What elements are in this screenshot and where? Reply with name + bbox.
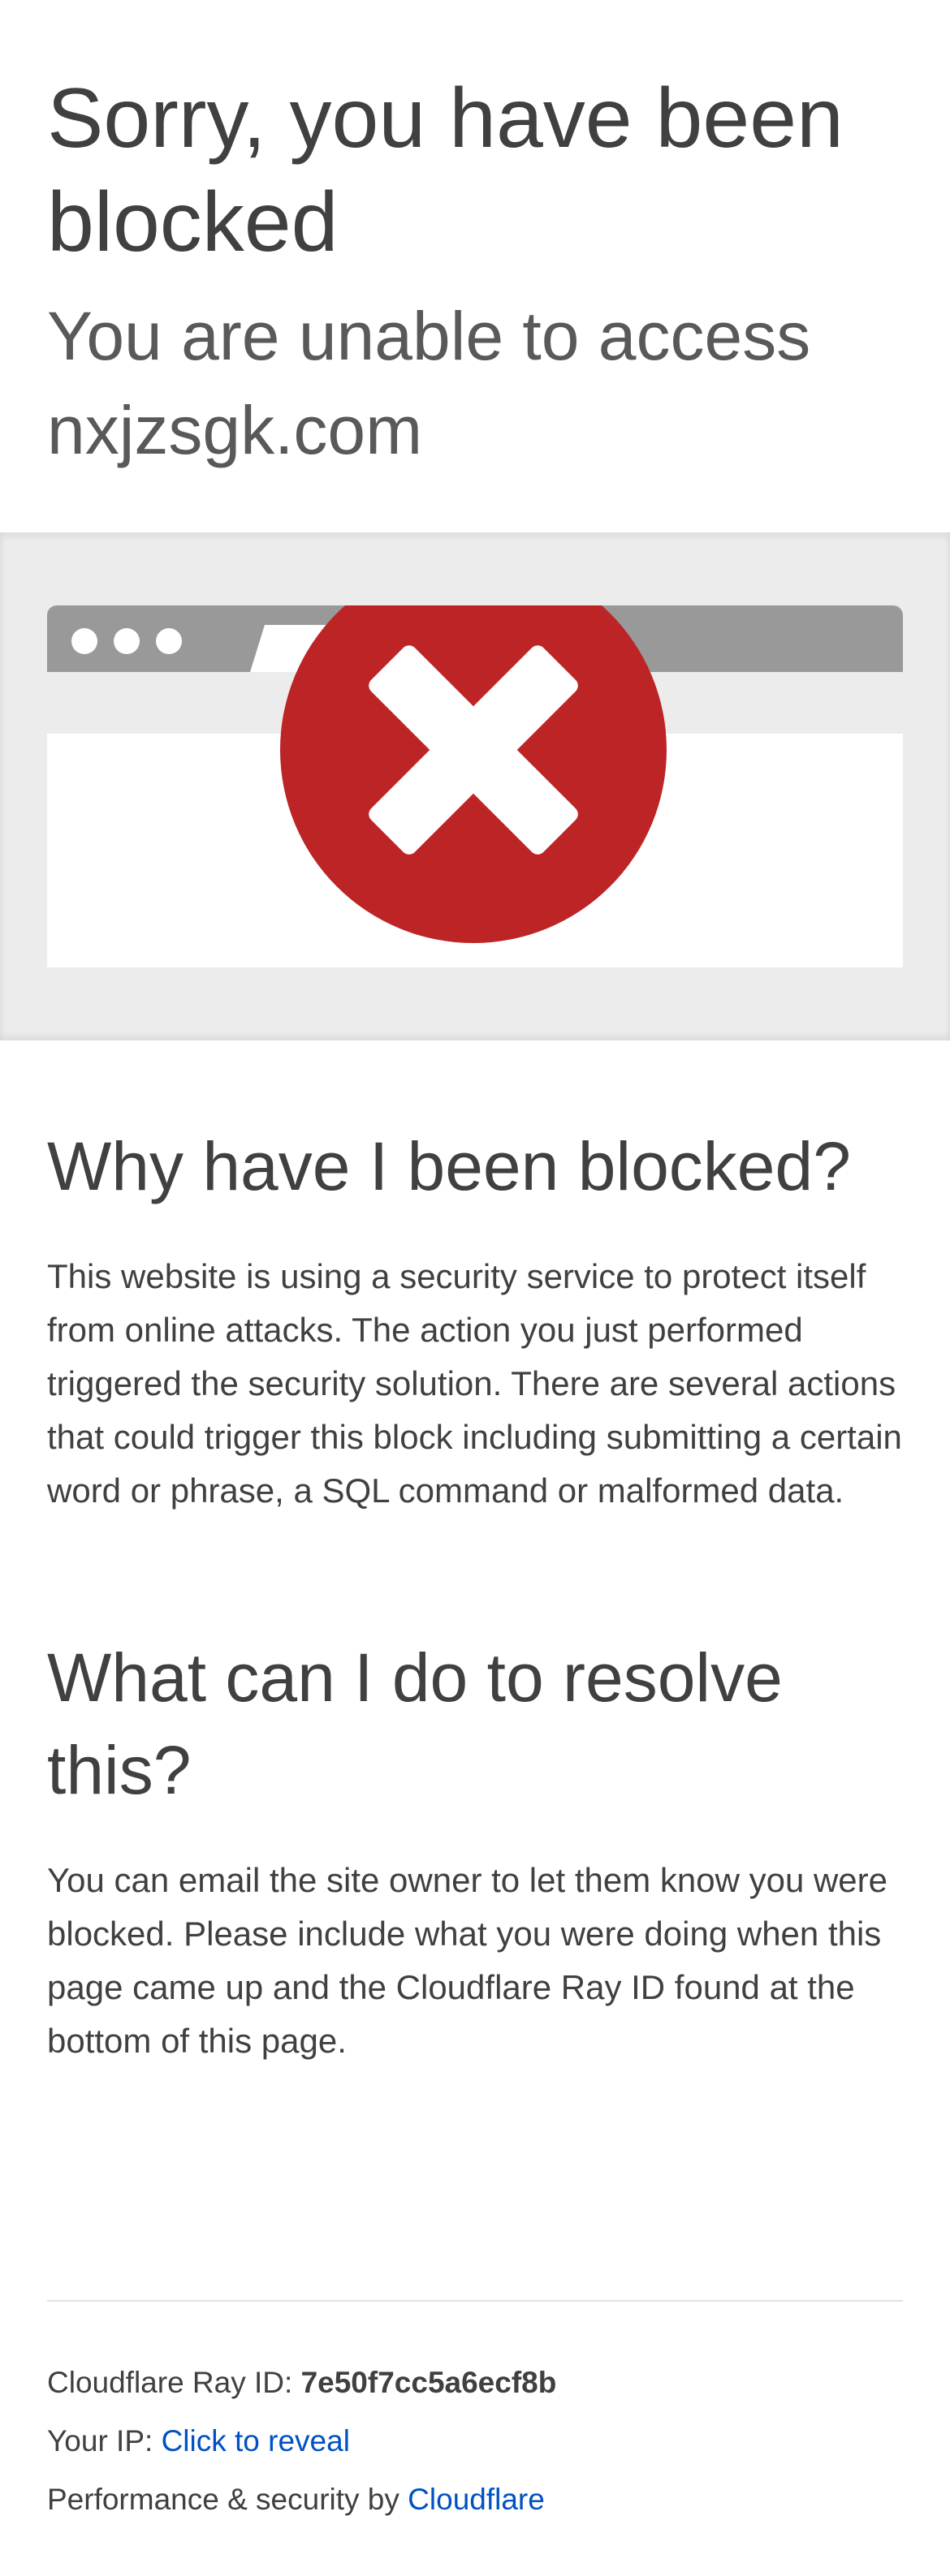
cloudflare-link[interactable]: Cloudflare <box>408 2483 545 2516</box>
ip-label: Your IP: <box>47 2424 162 2458</box>
performance-line: Performance & security by Cloudflare <box>47 2470 903 2529</box>
ray-id-line: Cloudflare Ray ID: 7e50f7cc5a6ecf8b <box>47 2354 903 2412</box>
window-dot-icon <box>71 628 97 654</box>
page-subtitle: You are unable to access nxjzsgk.com <box>47 298 811 468</box>
resolve-text: You can email the site owner to let them… <box>47 1861 888 2060</box>
page-header: Sorry, you have been blocked You are una… <box>0 0 950 468</box>
ip-line: Your IP: Click to reveal <box>47 2412 903 2470</box>
window-dot-icon <box>156 628 182 654</box>
footer: Cloudflare Ray ID: 7e50f7cc5a6ecf8b Your… <box>47 2300 903 2529</box>
browser-illustration <box>47 605 903 967</box>
resolve-heading: What can I do to resolve this? <box>47 1639 783 1808</box>
main-content: Why have I been blocked? This website is… <box>47 1120 903 2068</box>
why-blocked-heading: Why have I been blocked? <box>47 1128 851 1204</box>
blocked-x-icon <box>280 605 667 943</box>
ray-id-label: Cloudflare Ray ID: <box>47 2366 301 2399</box>
ray-id-value: 7e50f7cc5a6ecf8b <box>300 2366 557 2399</box>
reveal-ip-link[interactable]: Click to reveal <box>162 2424 350 2458</box>
page-title: Sorry, you have been blocked <box>47 71 844 269</box>
window-dot-icon <box>114 628 140 654</box>
why-blocked-text: This website is using a security service… <box>47 1257 902 1510</box>
performance-label: Performance & security by <box>47 2483 408 2516</box>
blocked-graphic-band <box>0 532 950 1040</box>
